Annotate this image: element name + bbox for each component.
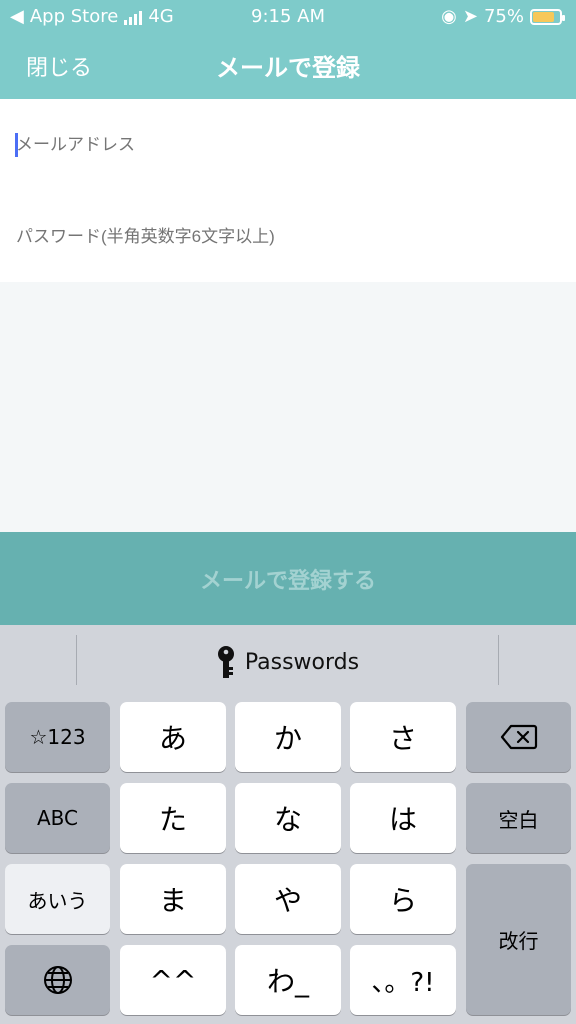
globe-icon [43,966,72,994]
kana-ya-key[interactable]: や [235,864,341,934]
page-title: メールで登録 [216,54,360,82]
register-button-label: メールで登録する [199,568,376,594]
kana-a-key[interactable]: あ [120,702,226,772]
kana-ha-key[interactable]: は [350,783,456,853]
orientation-lock-icon: ◉ [441,6,457,27]
kana-wa-key[interactable]: わ_ [235,945,341,1015]
backspace-icon [500,724,537,750]
punctuation-key[interactable]: 、。?! [350,945,456,1015]
space-key[interactable]: 空白 [466,783,571,853]
status-bar: ◀ App Store 4G 9:15 AM ◉ ➤ 75% [0,0,576,32]
battery-percent: 75% [483,6,524,27]
key-icon [217,646,234,678]
delete-key[interactable] [466,702,571,772]
password-input[interactable] [16,217,560,257]
emoticon-key[interactable]: ^^ [120,945,226,1015]
kana-ra-key[interactable]: ら [350,864,456,934]
kana-mode-key[interactable]: あいう [5,864,110,934]
return-key[interactable]: 改行 [466,864,571,1015]
status-right: ◉ ➤ 75% [441,6,565,27]
passwords-label: Passwords [244,649,360,675]
kana-na-key[interactable]: な [235,783,341,853]
kana-ma-key[interactable]: ま [120,864,226,934]
kana-ta-key[interactable]: た [120,783,226,853]
registration-form [0,99,576,282]
keyboard: Passwords ☆123 あ か さ ABC た な は 空白 あいう ま [0,625,576,1024]
register-button[interactable]: メールで登録する [0,532,576,625]
globe-key[interactable] [5,945,110,1015]
location-icon: ➤ [462,6,478,27]
kana-ka-key[interactable]: か [235,702,341,772]
suggestion-bar: Passwords [0,625,576,697]
email-input[interactable] [16,125,560,165]
header-bar: ◀ App Store 4G 9:15 AM ◉ ➤ 75% 閉じる メールで登… [0,0,576,99]
kana-sa-key[interactable]: さ [350,702,456,772]
battery-icon [530,8,565,25]
abc-key[interactable]: ABC [5,783,110,853]
symbols-key[interactable]: ☆123 [5,702,110,772]
passwords-suggestion[interactable]: Passwords [0,645,576,679]
